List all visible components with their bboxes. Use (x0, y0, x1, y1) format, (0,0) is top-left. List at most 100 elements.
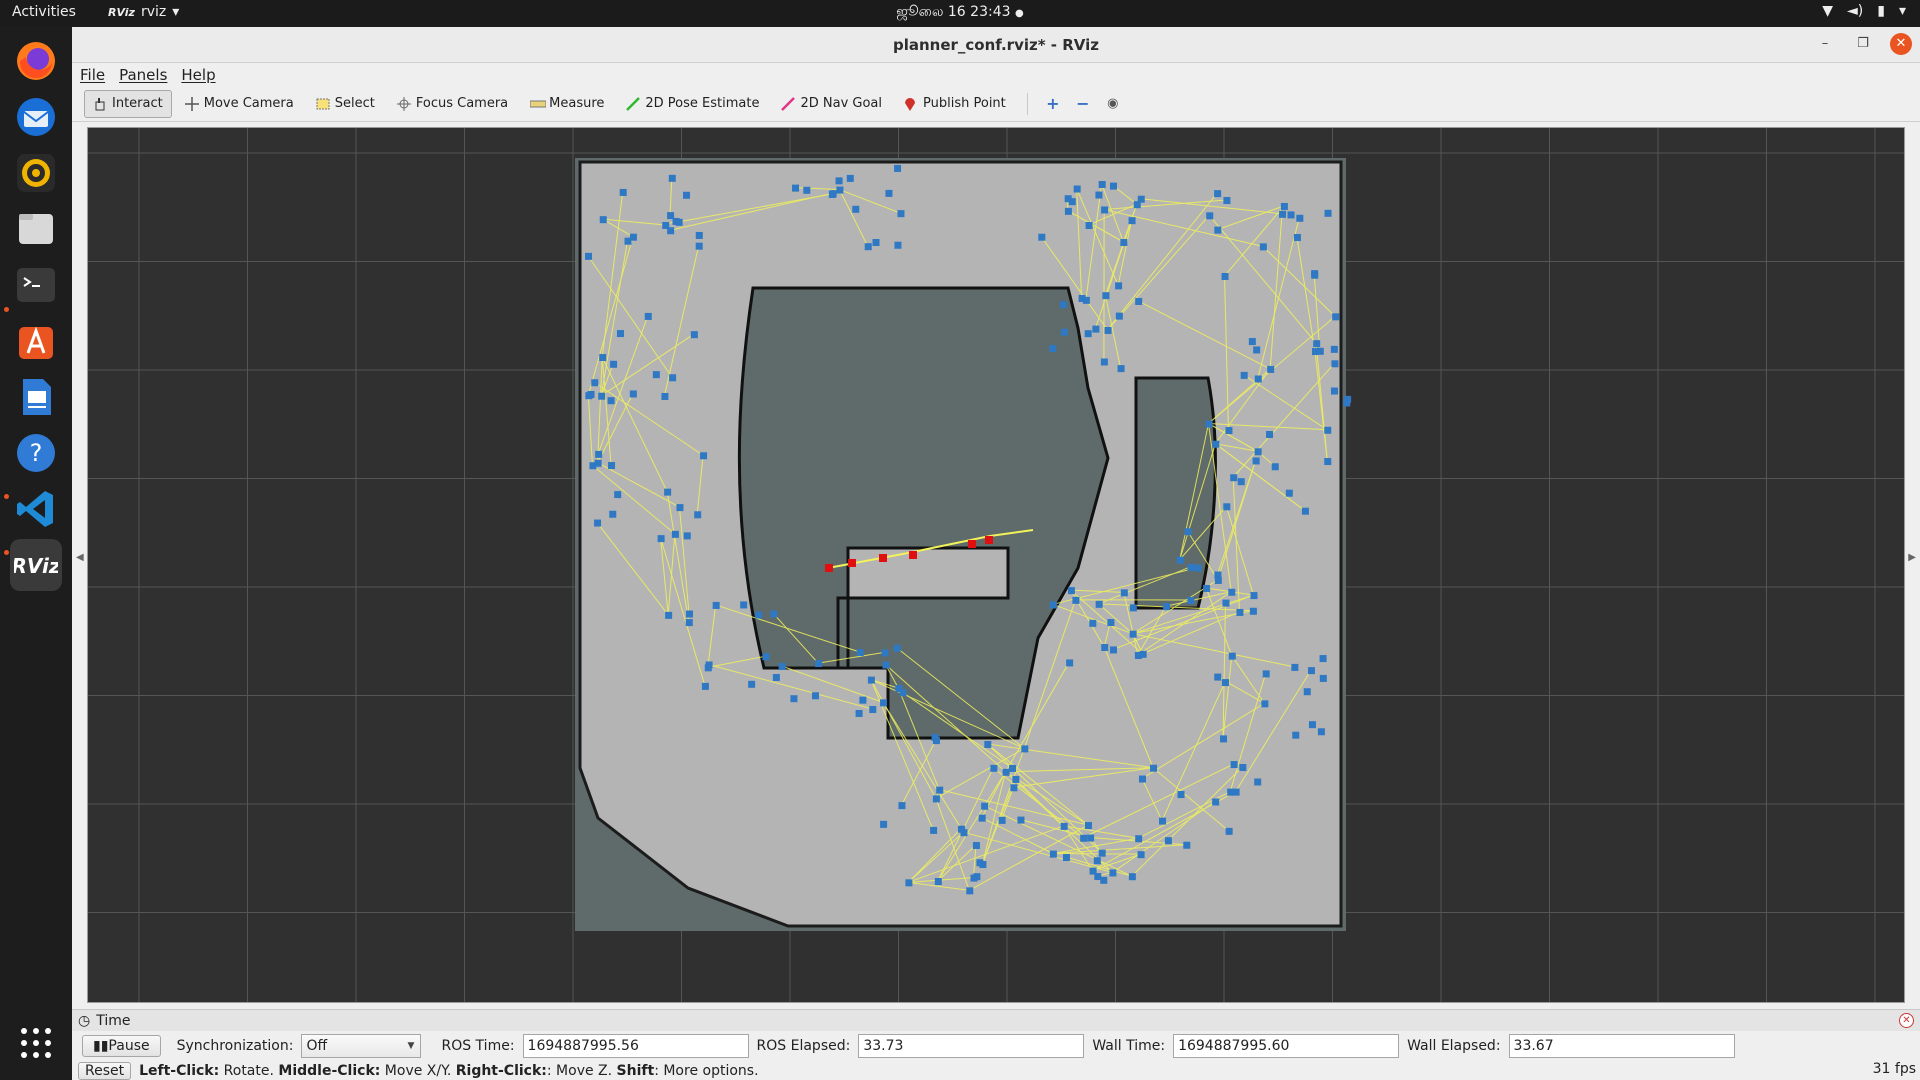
roadmap-node (755, 611, 763, 619)
roadmap-node (661, 392, 669, 400)
crosshair-icon (396, 96, 411, 111)
ros-time-field[interactable]: 1694887995.56 (522, 1034, 749, 1058)
system-tray[interactable]: ▼ ◄) ▮ ▾ (1822, 3, 1906, 19)
add-tool-icon[interactable]: + (1040, 91, 1066, 117)
status-help-text: Left-Click: Rotate. Middle-Click: Move X… (139, 1062, 759, 1079)
pose-estimate-tool[interactable]: 2D Pose Estimate (617, 90, 768, 118)
eye-icon[interactable]: ◉ (1100, 91, 1126, 117)
ros-elapsed-field[interactable]: 33.73 (858, 1034, 1085, 1058)
roadmap-node (1064, 195, 1072, 203)
roadmap-node (591, 379, 599, 387)
roadmap-node (1017, 816, 1025, 824)
roadmap-node (864, 243, 872, 251)
roadmap-node (1311, 271, 1319, 279)
select-tool[interactable]: Select (307, 90, 384, 118)
roadmap-node (662, 221, 670, 229)
roadmap-node (859, 696, 867, 704)
roadmap-node (1221, 272, 1229, 280)
roadmap-node (1064, 207, 1072, 215)
thunderbird-icon[interactable] (10, 91, 62, 143)
remove-tool-icon[interactable]: − (1070, 91, 1096, 117)
roadmap-node (1293, 234, 1301, 242)
roadmap-node (1240, 371, 1248, 379)
roadmap-node (1254, 778, 1262, 786)
wall-time-field[interactable]: 1694887995.60 (1173, 1034, 1400, 1058)
roadmap-node (1009, 764, 1017, 772)
files-icon[interactable] (10, 203, 62, 255)
roadmap-node (1205, 420, 1213, 428)
roadmap-node (1100, 876, 1108, 884)
roadmap-node (685, 619, 693, 627)
rviz-icon[interactable]: RViz (10, 539, 62, 591)
help-icon[interactable]: ? (10, 427, 62, 479)
move-camera-tool[interactable]: Move Camera (176, 90, 303, 118)
roadmap-node (1212, 440, 1220, 448)
roadmap-node (1230, 474, 1238, 482)
menu-bar: File Panels Help (72, 63, 1920, 86)
close-panel-icon[interactable]: ✕ (1899, 1013, 1914, 1028)
vscode-icon[interactable] (10, 483, 62, 535)
roadmap-node (811, 692, 819, 700)
nav-goal-tool[interactable]: 2D Nav Goal (772, 90, 891, 118)
sync-select[interactable]: Off ▼ (301, 1034, 422, 1058)
menu-file[interactable]: File (80, 66, 105, 84)
roadmap-node (1135, 835, 1143, 843)
interact-tool[interactable]: Interact (84, 89, 172, 118)
roadmap-node (1060, 822, 1068, 830)
maximize-icon[interactable]: ❐ (1852, 33, 1874, 55)
wifi-icon: ▼ (1822, 3, 1834, 19)
running-indicator (4, 550, 9, 555)
roadmap-node (846, 174, 854, 182)
roadmap-node (1203, 584, 1211, 592)
roadmap-node (1092, 325, 1100, 333)
clock[interactable]: ஜூலை 16 23:43 ● (0, 4, 1920, 22)
roadmap-node (609, 510, 617, 518)
roadmap-node (1249, 607, 1257, 615)
collapse-right-icon[interactable]: ▶ (1908, 552, 1916, 563)
window-titlebar[interactable]: planner_conf.rviz* - RViz – ❐ ✕ (72, 27, 1920, 63)
roadmap-node (1292, 731, 1300, 739)
wall-elapsed-field[interactable]: 33.67 (1508, 1034, 1735, 1058)
roadmap-node (1120, 238, 1128, 246)
roadmap-node (1266, 430, 1274, 438)
roadmap-node (598, 392, 606, 400)
roadmap-node (976, 859, 984, 867)
roadmap-node (1134, 652, 1142, 660)
reset-button[interactable]: Reset (78, 1061, 132, 1080)
roadmap-node (1206, 212, 1214, 220)
pause-button[interactable]: ▮▮Pause (82, 1035, 161, 1057)
roadmap-node (880, 820, 888, 828)
writer-icon[interactable] (10, 371, 62, 423)
roadmap-node (683, 532, 691, 540)
roadmap-node (1073, 185, 1081, 193)
roadmap-node (1228, 652, 1236, 660)
terminal-icon[interactable] (10, 259, 62, 311)
roadmap-node (1312, 348, 1320, 356)
measure-tool[interactable]: Measure (521, 90, 613, 118)
software-center-icon[interactable] (10, 315, 62, 367)
roadmap-node (1253, 346, 1261, 354)
menu-panels[interactable]: Panels (119, 66, 167, 84)
roadmap-node (867, 676, 875, 684)
firefox-icon[interactable] (10, 35, 62, 87)
rhythmbox-icon[interactable] (10, 147, 62, 199)
show-apps-icon[interactable] (10, 1017, 62, 1069)
roadmap-node (880, 699, 888, 707)
volume-icon: ◄) (1847, 3, 1864, 19)
roadmap-node (1259, 243, 1267, 251)
roadmap-node (932, 795, 940, 803)
roadmap-node (1343, 399, 1351, 407)
roadmap-node (990, 764, 998, 772)
publish-point-tool[interactable]: Publish Point (895, 90, 1015, 118)
close-icon[interactable]: ✕ (1890, 33, 1912, 55)
menu-help[interactable]: Help (181, 66, 215, 84)
tool-bar: Interact Move Camera Select Focus Camera… (72, 86, 1920, 122)
roadmap-node (984, 740, 992, 748)
focus-camera-tool[interactable]: Focus Camera (388, 90, 517, 118)
3d-render-view[interactable] (87, 127, 1905, 1003)
minimize-icon[interactable]: – (1814, 33, 1836, 55)
pause-icon: ▮▮ (93, 1038, 109, 1054)
ros-time-label: ROS Time: (441, 1038, 515, 1054)
collapse-left-icon[interactable]: ◀ (76, 552, 84, 563)
roadmap-node (1301, 507, 1309, 515)
